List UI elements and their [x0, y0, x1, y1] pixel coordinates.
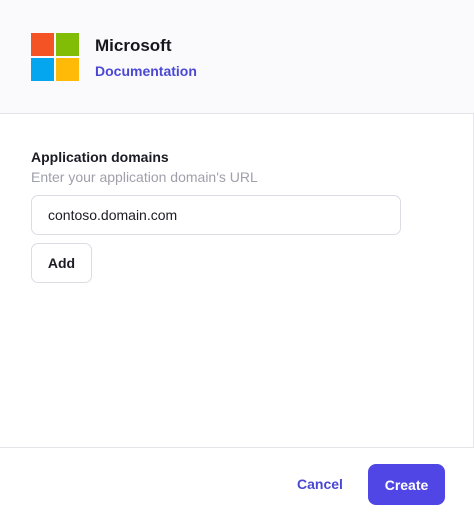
dialog-footer: Cancel Create [0, 447, 474, 517]
add-domain-button[interactable]: Add [31, 243, 92, 283]
logo-yellow-square [56, 58, 79, 81]
logo-blue-square [31, 58, 54, 81]
dialog-header: Microsoft Documentation [0, 0, 474, 114]
logo-green-square [56, 33, 79, 56]
microsoft-logo-icon [31, 33, 79, 81]
cancel-button[interactable]: Cancel [284, 464, 356, 504]
application-domains-label: Application domains [31, 149, 169, 165]
create-button[interactable]: Create [368, 464, 445, 505]
app-name: Microsoft [95, 36, 172, 55]
application-domains-hint: Enter your application domain's URL [31, 169, 258, 185]
logo-red-square [31, 33, 54, 56]
documentation-link[interactable]: Documentation [95, 63, 197, 79]
domain-input[interactable] [31, 195, 401, 235]
create-application-dialog: Microsoft Documentation Application doma… [0, 0, 474, 517]
